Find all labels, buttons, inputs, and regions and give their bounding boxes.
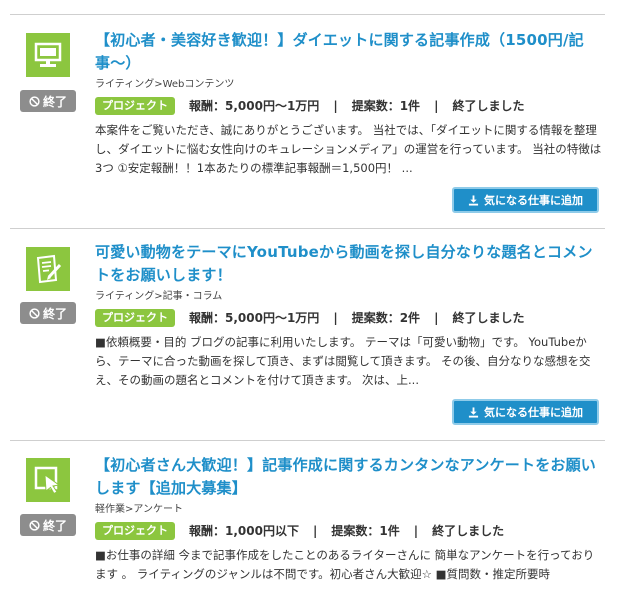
download-icon — [468, 406, 479, 418]
job-meta: プロジェクト 報酬：5,000円〜1万円 | 提案数：1件 | 終了しました — [95, 96, 605, 115]
job-title-link[interactable]: 可愛い動物をテーマにYouTubeから動画を探し自分なりな題名とコメントをお願い… — [95, 241, 605, 287]
job-description: 本案件をご覧いただき、誠にありがとうございます。 当社では、「ダイエットに関する… — [95, 123, 602, 175]
separator: | — [434, 98, 439, 113]
job-description: ■お仕事の詳細 今まで記事作成をしたことのあるライターさんに 簡単なアンケートを… — [95, 548, 595, 581]
job-title-link[interactable]: 【初心者さん大歓迎！】記事作成に関するカンタンなアンケートをお願いします【追加大… — [95, 454, 605, 500]
job-meta: プロジェクト 報酬：5,000円〜1万円 | 提案数：2件 | 終了しました — [95, 308, 605, 327]
job-listing: 終了 【初心者・美容好き歓迎！】ダイエットに関する記事作成（1500円/記事〜）… — [10, 14, 605, 228]
status-label: 終了 — [42, 94, 67, 109]
separator: | — [312, 523, 318, 538]
proposal-count: 提案数：1件 — [351, 99, 421, 113]
add-to-favorites-button[interactable]: 気になる仕事に追加 — [452, 187, 599, 213]
separator: | — [413, 523, 419, 538]
job-category-icon — [26, 33, 70, 77]
add-to-favorites-label: 気になる仕事に追加 — [484, 406, 583, 419]
job-listing: 終了 【初心者さん大歓迎！】記事作成に関するカンタンなアンケートをお願いします【… — [10, 440, 605, 589]
status-badge: 終了 — [20, 90, 76, 112]
prohibited-icon — [29, 95, 40, 107]
job-category-icon — [26, 458, 70, 502]
job-listing: 終了 可愛い動物をテーマにYouTubeから動画を探し自分なりな題名とコメントを… — [10, 228, 605, 440]
separator: | — [333, 310, 338, 325]
job-description: ■依頼概要・目的 ブログの記事に利用いたします。 テーマは「可愛い動物」です。 … — [95, 335, 591, 387]
status-label: 終了 — [42, 306, 67, 321]
proposal-count: 提案数：1件 — [331, 524, 400, 538]
cursor-click-icon — [34, 466, 61, 495]
reward: 報酬：5,000円〜1万円 — [189, 99, 320, 113]
reward: 報酬：1,000円以下 — [189, 524, 299, 538]
status-badge: 終了 — [20, 302, 76, 324]
separator: | — [434, 310, 439, 325]
status-label: 終了 — [42, 518, 67, 533]
job-state: 終了しました — [432, 524, 505, 538]
separator: | — [333, 98, 338, 113]
project-tag: プロジェクト — [95, 308, 175, 327]
add-to-favorites-button[interactable]: 気になる仕事に追加 — [452, 399, 599, 425]
job-meta: プロジェクト 報酬：1,000円以下 | 提案数：1件 | 終了しました — [95, 521, 605, 540]
reward: 報酬：5,000円〜1万円 — [189, 311, 320, 325]
job-state: 終了しました — [452, 311, 525, 325]
prohibited-icon — [29, 307, 40, 319]
job-category-icon — [26, 247, 70, 291]
job-category[interactable]: 軽作業>アンケート — [95, 503, 605, 517]
job-state: 終了しました — [452, 99, 525, 113]
prohibited-icon — [29, 519, 40, 531]
job-category[interactable]: ライティング>Webコンテンツ — [95, 78, 605, 92]
job-category[interactable]: ライティング>記事・コラム — [95, 290, 605, 304]
document-pen-icon — [36, 254, 62, 284]
status-badge: 終了 — [20, 514, 76, 536]
add-to-favorites-label: 気になる仕事に追加 — [484, 194, 583, 207]
desktop-monitor-icon — [34, 42, 62, 67]
download-icon — [468, 194, 479, 206]
project-tag: プロジェクト — [95, 521, 175, 540]
project-tag: プロジェクト — [95, 96, 175, 115]
proposal-count: 提案数：2件 — [351, 311, 421, 325]
job-title-link[interactable]: 【初心者・美容好き歓迎！】ダイエットに関する記事作成（1500円/記事〜） — [95, 29, 605, 75]
